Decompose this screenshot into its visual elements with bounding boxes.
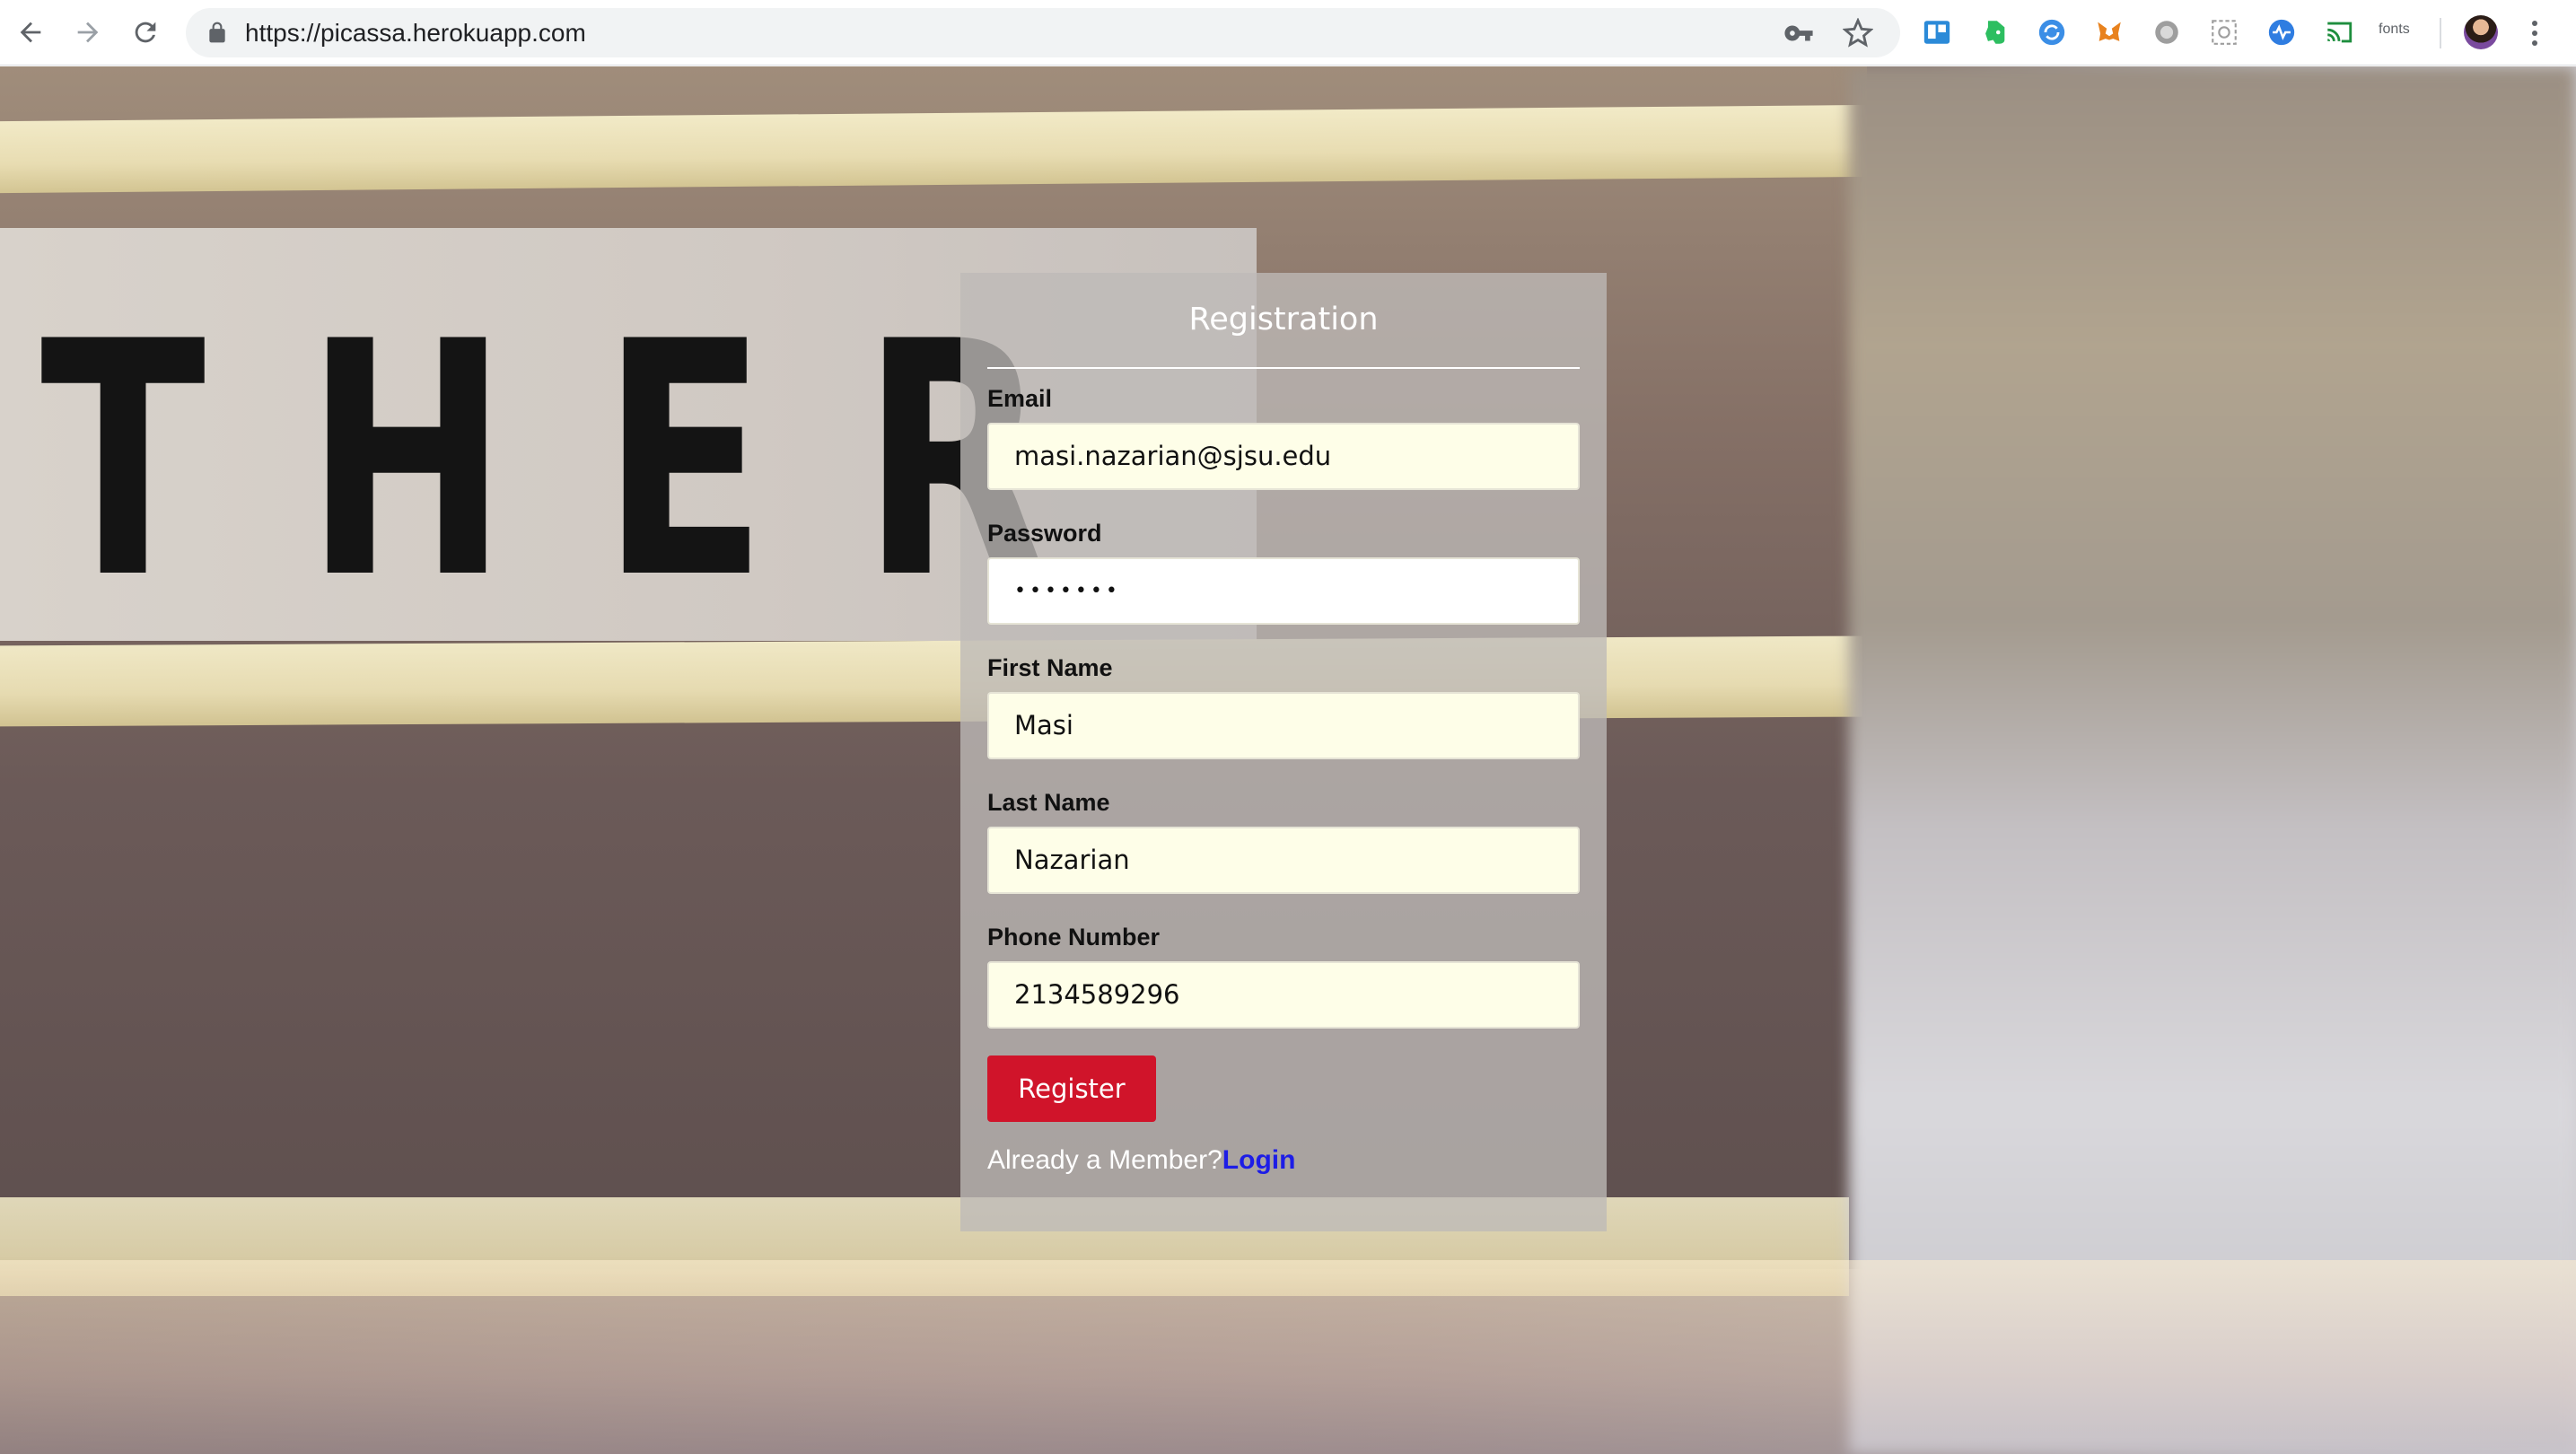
metamask-icon[interactable] xyxy=(2093,16,2125,48)
toolbar-separator xyxy=(2440,18,2441,48)
profile-avatar[interactable] xyxy=(2464,15,2498,49)
password-field[interactable]: ••••••• xyxy=(987,557,1580,625)
pulse-icon[interactable] xyxy=(2265,16,2298,48)
email-field[interactable]: masi.nazarian@sjsu.edu xyxy=(987,423,1580,490)
phone-number-label: Phone Number xyxy=(987,924,1161,950)
registration-card: Registration Email masi.nazarian@sjsu.ed… xyxy=(960,273,1607,1231)
last-name-label: Last Name xyxy=(987,789,1110,816)
register-button[interactable]: Register xyxy=(987,1055,1156,1122)
registration-title: Registration xyxy=(1188,302,1379,337)
already-member-text: Already a Member? xyxy=(987,1145,1222,1175)
circle-extension-icon[interactable] xyxy=(2151,16,2183,48)
arrow-left-icon xyxy=(20,22,41,43)
background-letter: E xyxy=(601,273,767,649)
sync-icon[interactable] xyxy=(2036,16,2068,48)
trello-icon[interactable] xyxy=(1921,16,1953,48)
arrow-right-icon xyxy=(77,22,99,43)
first-name-label: First Name xyxy=(987,654,1113,681)
browser-toolbar: https://picassa.herokuapp.com fonts xyxy=(0,0,2576,66)
first-name-field[interactable]: Masi xyxy=(987,692,1580,759)
email-label: Email xyxy=(987,385,1053,412)
key-icon[interactable] xyxy=(1783,18,1814,48)
phone-number-field[interactable]: 2134589296 xyxy=(987,961,1580,1029)
reload-button[interactable] xyxy=(124,11,167,54)
lock-icon xyxy=(209,22,225,43)
password-label: Password xyxy=(987,520,1102,547)
cast-icon[interactable] xyxy=(2323,16,2355,48)
placeholder-extension-icon[interactable] xyxy=(2208,16,2240,48)
background-table xyxy=(0,1260,2576,1454)
star-icon[interactable] xyxy=(1843,18,1873,48)
title-divider xyxy=(987,367,1580,369)
url-text[interactable]: https://picassa.herokuapp.com xyxy=(245,8,586,57)
fonts-extension-label[interactable]: fonts xyxy=(2379,22,2410,38)
page-viewport: T H E R Registration Email masi.nazarian… xyxy=(0,66,2576,1454)
reload-icon xyxy=(135,22,156,43)
login-link[interactable]: Login xyxy=(1222,1145,1296,1175)
background-blur xyxy=(1849,66,2576,1454)
background-letter: T xyxy=(40,273,206,649)
forward-button[interactable] xyxy=(66,11,110,54)
already-member-line: Already a Member?Login xyxy=(987,1145,1295,1176)
last-name-field[interactable]: Nazarian xyxy=(987,827,1580,894)
evernote-icon[interactable] xyxy=(1978,16,2011,48)
address-bar[interactable]: https://picassa.herokuapp.com xyxy=(186,8,1900,57)
background-letter: H xyxy=(305,273,508,649)
back-button[interactable] xyxy=(9,11,52,54)
more-menu-icon[interactable] xyxy=(2526,16,2544,50)
